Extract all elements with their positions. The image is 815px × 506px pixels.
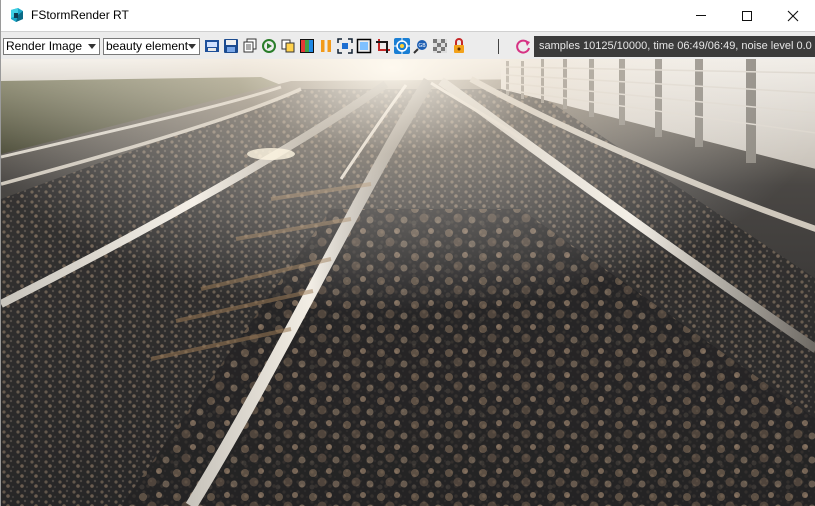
- maximize-button[interactable]: [724, 0, 770, 31]
- close-icon: [787, 10, 799, 21]
- app-icon: [11, 8, 23, 22]
- disk-icon[interactable]: [223, 38, 239, 54]
- element-dropdown[interactable]: beauty element: [103, 38, 200, 55]
- color-icon[interactable]: [299, 38, 315, 54]
- lock-icon[interactable]: [451, 38, 467, 54]
- checker-icon[interactable]: [432, 38, 448, 54]
- toolbar-icons: GB: [204, 38, 467, 54]
- chevron-down-icon: [88, 44, 96, 49]
- pause-icon[interactable]: [318, 38, 334, 54]
- render-viewport[interactable]: [1, 59, 815, 506]
- copy-icon[interactable]: [242, 38, 258, 54]
- rendered-image: [1, 59, 815, 506]
- window-title: FStormRender RT: [31, 8, 129, 22]
- fit-icon[interactable]: [337, 38, 353, 54]
- title-bar: FStormRender RT: [1, 0, 815, 31]
- minimize-button[interactable]: [678, 0, 724, 31]
- crop-icon[interactable]: [375, 38, 391, 54]
- toolbar: Render Image beauty element GB samples 1…: [1, 31, 815, 59]
- channel-dropdown-value: Render Image: [6, 39, 83, 53]
- render-status: samples 10125/10000, time 06:49/06:49, n…: [534, 36, 815, 57]
- minimize-icon: [696, 15, 706, 16]
- target-icon[interactable]: [394, 38, 410, 54]
- channel-dropdown[interactable]: Render Image: [3, 38, 100, 55]
- element-dropdown-value: beauty element: [106, 39, 189, 53]
- refresh-icon[interactable]: [515, 38, 532, 55]
- export-icon[interactable]: [261, 38, 277, 54]
- maximize-icon: [742, 10, 752, 21]
- chevron-down-icon: [188, 44, 196, 49]
- close-button[interactable]: [770, 0, 815, 31]
- region-icon[interactable]: [356, 38, 372, 54]
- svg-text:GB: GB: [418, 43, 426, 49]
- save-icon[interactable]: [204, 38, 220, 54]
- fstorm-render-window: FStormRender RT Render Image beauty elem…: [0, 0, 815, 506]
- zoom-icon[interactable]: GB: [413, 38, 429, 54]
- clone-icon[interactable]: [280, 38, 296, 54]
- toolbar-separator: [498, 39, 499, 54]
